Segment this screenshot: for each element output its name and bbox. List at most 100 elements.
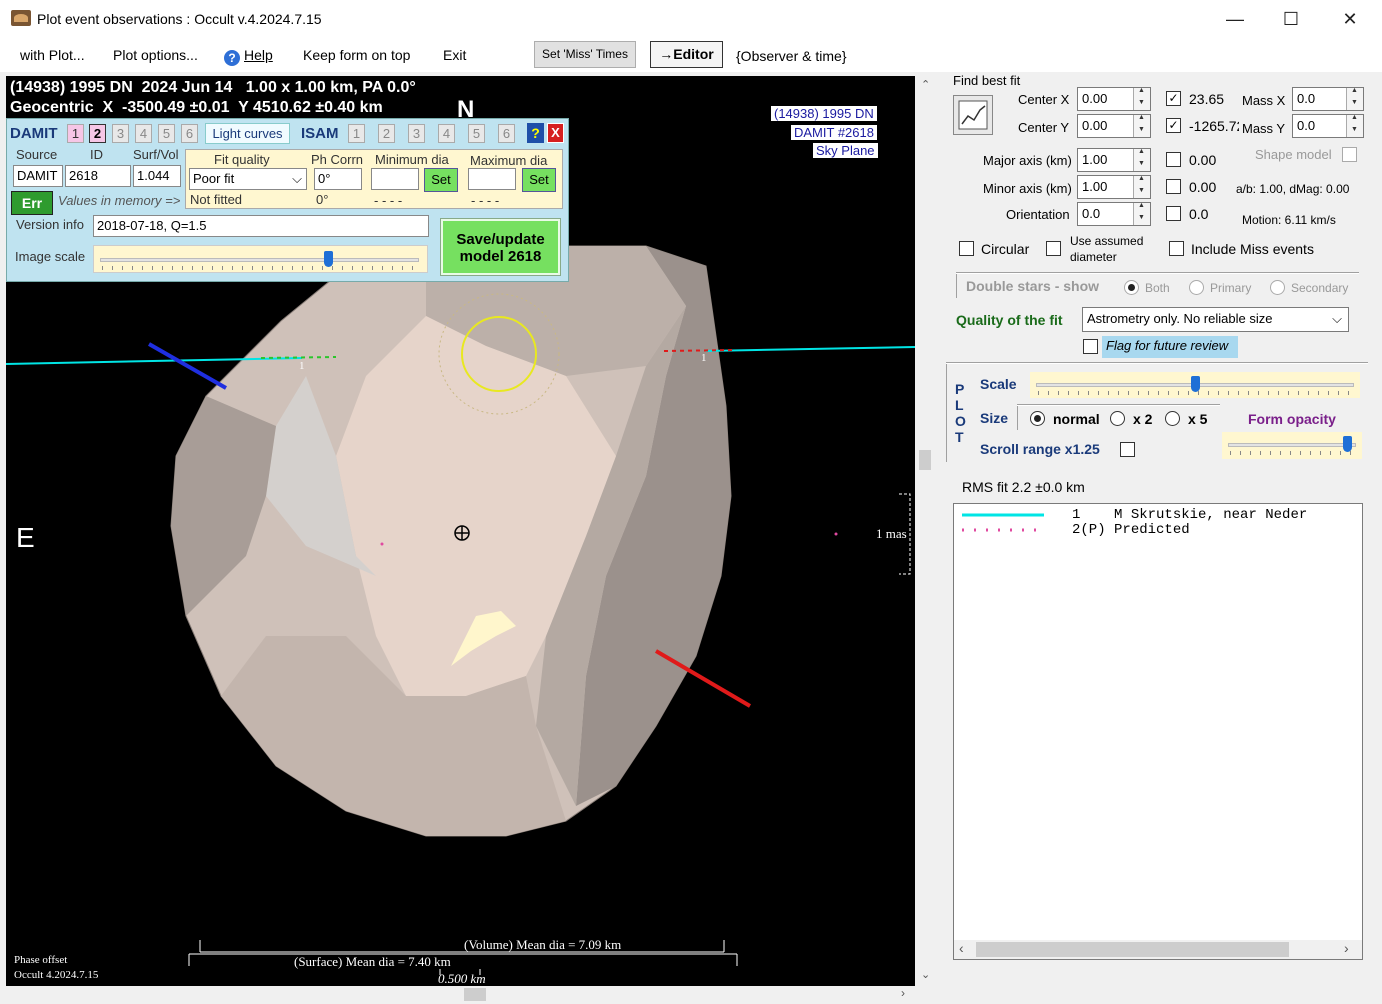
menu-help[interactable]: ? Help [224, 47, 273, 66]
menu-bar: with Plot... Plot options... ? Help Keep … [0, 38, 1382, 72]
scale-slider[interactable] [1034, 375, 1356, 395]
occult-version-label: Occult 4.2024.7.15 [14, 969, 99, 981]
quality-of-fit-select[interactable]: Astrometry only. No reliable size ⌵ [1082, 307, 1349, 332]
include-miss-checkbox[interactable] [1169, 241, 1184, 256]
surf-vol-label: Surf/Vol [133, 147, 179, 162]
set-max-dia-button[interactable]: Set [522, 168, 556, 192]
menu-with-plot[interactable]: with Plot... [20, 47, 85, 63]
isam-model-2-button[interactable]: 2 [378, 124, 395, 143]
scroll-thumb[interactable] [919, 450, 931, 470]
list-item[interactable]: 2(P) Predicted [1072, 522, 1190, 538]
predicted-point-right [834, 532, 838, 536]
form-opacity-slider[interactable] [1226, 435, 1358, 455]
major-axis-spinner[interactable]: 1.00 [1077, 148, 1151, 172]
center-x-spinner[interactable]: 0.00 [1077, 87, 1151, 111]
isam-model-4-button[interactable]: 4 [438, 124, 455, 143]
surf-vol-field[interactable]: 1.044 [133, 165, 181, 187]
close-panel-button[interactable]: X [547, 123, 564, 143]
orientation-label: Orientation [1006, 207, 1070, 222]
plot-horizontal-scrollbar[interactable]: › [6, 986, 915, 1003]
list-item[interactable]: 1 M Skrutskie, near Neder [1072, 507, 1307, 523]
id-field[interactable]: 2618 [65, 165, 131, 187]
isam-model-5-button[interactable]: 5 [468, 124, 485, 143]
max-dia-field[interactable] [468, 168, 516, 190]
h-scroll-thumb[interactable] [464, 988, 486, 1001]
set-miss-times-button[interactable]: Set 'Miss' Times [534, 41, 636, 68]
size-x5-radio[interactable] [1165, 411, 1180, 426]
both-radio[interactable] [1124, 280, 1139, 295]
scroll-range-checkbox[interactable] [1120, 442, 1135, 457]
scroll-up-icon[interactable]: ⌃ [921, 78, 930, 91]
isam-model-1-button[interactable]: 1 [348, 124, 365, 143]
fit-quality-select[interactable]: Poor fit ⌵ [189, 168, 307, 190]
center-y-fit-value: -1265.72 [1189, 118, 1239, 134]
legend-damit: DAMIT #2618 [791, 125, 877, 140]
orientation-spinner[interactable]: 0.0 [1077, 202, 1151, 226]
damit-model-4-button[interactable]: 4 [135, 124, 152, 143]
circular-checkbox[interactable] [959, 241, 974, 256]
size-normal-radio[interactable] [1030, 411, 1045, 426]
primary-radio[interactable] [1189, 280, 1204, 295]
flag-review-checkbox[interactable] [1083, 339, 1098, 354]
size-x5-label: x 5 [1188, 411, 1208, 427]
scroll-left-icon[interactable]: ‹ [959, 940, 964, 956]
center-x-fit-checkbox[interactable]: ✓ [1166, 91, 1181, 106]
slider-thumb[interactable] [1191, 376, 1200, 392]
size-x2-radio[interactable] [1110, 411, 1125, 426]
shape-model-checkbox[interactable] [1342, 147, 1357, 162]
mass-x-spinner[interactable]: 0.0 [1292, 87, 1364, 111]
maximize-button[interactable]: ☐ [1268, 4, 1314, 34]
slider-thumb[interactable] [1343, 436, 1352, 452]
isam-model-6-button[interactable]: 6 [498, 124, 515, 143]
menu-plot-options[interactable]: Plot options... [113, 47, 198, 63]
minor-axis-spinner[interactable]: 1.00 [1077, 175, 1151, 199]
plot-letter-t: T [955, 429, 964, 445]
secondary-radio[interactable] [1270, 280, 1285, 295]
help-question-icon[interactable]: ? [527, 123, 544, 143]
center-y-spinner[interactable]: 0.00 [1077, 114, 1151, 138]
use-assumed-diameter-checkbox[interactable] [1046, 241, 1061, 256]
plot-vertical-scrollbar[interactable]: ⌃ ⌄ [917, 76, 934, 986]
major-axis-fit-checkbox[interactable] [1166, 152, 1181, 167]
isam-model-3-button[interactable]: 3 [408, 124, 425, 143]
set-min-dia-button[interactable]: Set [424, 168, 458, 192]
mass-y-spinner[interactable]: 0.0 [1292, 114, 1364, 138]
damit-model-6-button[interactable]: 6 [181, 124, 198, 143]
occult-app-icon [11, 10, 31, 26]
chord-label-left: 1 [299, 360, 305, 372]
menu-keep-on-top[interactable]: Keep form on top [303, 47, 410, 63]
minor-axis-fit-value: 0.00 [1189, 179, 1217, 195]
scroll-right-icon[interactable]: › [1344, 940, 1349, 956]
version-info-field[interactable]: 2018-07-18, Q=1.5 [93, 215, 429, 237]
editor-button[interactable]: →Editor [650, 41, 723, 68]
err-button[interactable]: Err [11, 191, 53, 215]
slider-thumb[interactable] [324, 251, 333, 267]
minor-axis-fit-checkbox[interactable] [1166, 179, 1181, 194]
km-scale-label: 0.500 km [438, 971, 486, 986]
light-curves-button[interactable]: Light curves [205, 123, 290, 144]
center-y-fit-checkbox[interactable]: ✓ [1166, 118, 1181, 133]
scroll-right-icon[interactable]: › [901, 986, 905, 1000]
plot-area[interactable]: (14938) 1995 DN 2024 Jun 14 1.00 x 1.00 … [6, 76, 915, 986]
minimize-button[interactable]: — [1212, 4, 1258, 34]
damit-model-3-button[interactable]: 3 [112, 124, 129, 143]
find-best-fit-button[interactable] [953, 95, 993, 135]
image-scale-slider[interactable] [98, 250, 421, 270]
observer-list[interactable]: 1 M Skrutskie, near Neder 2(P) Predicted… [953, 503, 1363, 960]
source-label: Source [16, 147, 58, 162]
damit-model-2-button[interactable]: 2 [89, 124, 106, 143]
save-update-model-button[interactable]: Save/update model 2618 [441, 219, 560, 275]
list-horizontal-scrollbar[interactable]: ‹ › [954, 940, 1362, 959]
ph-corrn-field[interactable]: 0° [314, 168, 362, 190]
scroll-down-icon[interactable]: ⌄ [921, 968, 930, 981]
close-window-button[interactable]: ✕ [1327, 4, 1373, 34]
orientation-fit-checkbox[interactable] [1166, 206, 1181, 221]
damit-model-1-button[interactable]: 1 [67, 124, 84, 143]
phase-offset-label: Phase offset [14, 954, 68, 966]
list-scroll-thumb[interactable] [976, 942, 1289, 957]
menu-exit[interactable]: Exit [443, 47, 466, 63]
source-field[interactable]: DAMIT [13, 165, 63, 187]
min-dia-field[interactable] [371, 168, 419, 190]
damit-model-5-button[interactable]: 5 [158, 124, 175, 143]
save-update-line1: Save/update [456, 231, 545, 248]
